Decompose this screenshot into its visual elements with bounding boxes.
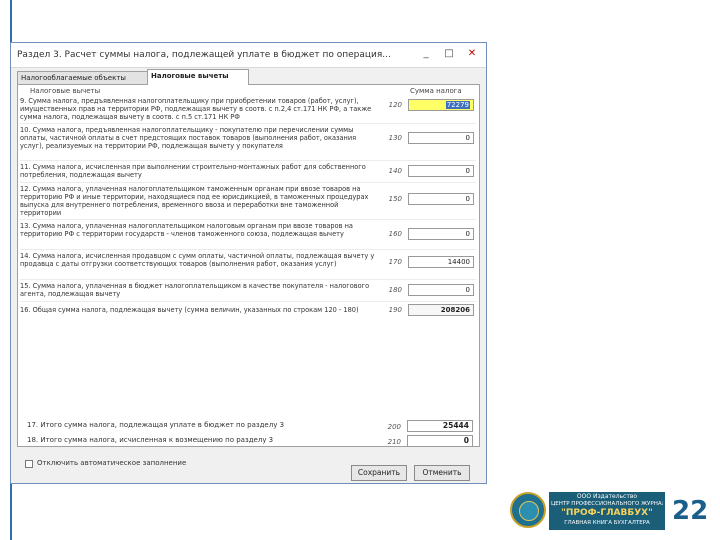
row-divider	[20, 301, 476, 302]
row-11-label: 11. Сумма налога, исчисленная при выполн…	[20, 163, 366, 179]
row-12-amount-input[interactable]: 0	[408, 193, 474, 205]
row-17-code: 200	[387, 423, 401, 431]
row-9-amount-value: 72279	[445, 101, 470, 109]
row-9-label: 9. Сумма налога, предъявленная налогопла…	[20, 97, 372, 121]
row-17-total-field: 25444	[407, 420, 473, 432]
publisher-emblem-icon	[510, 492, 546, 528]
auto-fill-checkbox-label: Отключить автоматическое заполнение	[37, 459, 187, 467]
publisher-line-4: ГЛАВНАЯ КНИГА БУХГАЛТЕРА	[564, 520, 650, 526]
row-14-code: 170	[388, 258, 402, 266]
row-15-code: 180	[388, 286, 402, 294]
row-divider	[20, 219, 476, 220]
row-12-label: 12. Сумма налога, уплаченная налогоплате…	[20, 185, 369, 217]
deductions-panel: Налоговые вычеты Сумма налога 9. Сумма н…	[17, 84, 480, 447]
row-9-code: 120	[388, 101, 402, 109]
row-9-amount-input[interactable]: 72279	[408, 99, 474, 111]
row-18-label: 18. Итого сумма налога, исчисленная к во…	[27, 436, 274, 444]
publisher-line-1: ООО Издательство	[576, 493, 638, 500]
row-14-label: 14. Сумма налога, исчисленная продавцом …	[20, 252, 375, 268]
tab-taxable-objects[interactable]: Налогооблагаемые объекты	[17, 71, 149, 85]
row-11-amount-input[interactable]: 0	[408, 165, 474, 177]
window-title: Раздел 3. Расчет суммы налога, подлежаще…	[17, 50, 391, 60]
minimize-button[interactable]: _	[416, 46, 436, 62]
row-15-label: 15. Сумма налога, уплаченная в бюджет на…	[20, 282, 370, 298]
maximize-button[interactable]: □	[439, 46, 459, 62]
row-10-label: 10. Сумма налога, предъявленная налогопл…	[20, 126, 357, 150]
row-divider	[20, 279, 476, 280]
deductions-column-header: Налоговые вычеты	[30, 87, 101, 95]
page-number: 22	[672, 496, 709, 526]
row-16-code: 190	[388, 306, 402, 314]
row-17-label: 17. Итого сумма налога, подлежащая уплат…	[27, 421, 285, 429]
row-16-label: 16. Общая сумма налога, подлежащая вычет…	[20, 306, 359, 314]
row-10-code: 130	[388, 134, 402, 142]
row-divider	[20, 160, 476, 161]
tax-section-dialog: Раздел 3. Расчет суммы налога, подлежаще…	[10, 42, 487, 484]
publisher-banner: ООО Издательство ЦЕНТР ПРОФЕССИОНАЛЬНОГО…	[549, 492, 665, 530]
auto-fill-checkbox[interactable]	[25, 460, 33, 468]
row-13-code: 160	[388, 230, 402, 238]
row-10-amount-input[interactable]: 0	[408, 132, 474, 144]
row-18-total-field: 0	[407, 435, 473, 447]
row-divider	[20, 182, 476, 183]
publisher-name: "ПРОФ-ГЛАВБУХ"	[561, 508, 653, 518]
row-14-amount-input[interactable]: 14400	[408, 256, 474, 268]
row-11-code: 140	[388, 167, 402, 175]
row-18-code: 210	[387, 438, 401, 446]
amount-column-header: Сумма налога	[410, 87, 462, 95]
row-divider	[20, 249, 476, 250]
row-12-code: 150	[388, 195, 402, 203]
row-13-label: 13. Сумма налога, уплаченная налогоплате…	[20, 222, 353, 238]
close-button[interactable]: ✕	[462, 46, 482, 62]
row-16-total-field: 208206	[408, 304, 474, 316]
tab-tax-deductions[interactable]: Налоговые вычеты	[147, 69, 249, 85]
row-15-amount-input[interactable]: 0	[408, 284, 474, 296]
row-divider	[20, 123, 476, 124]
emblem-center-icon	[519, 501, 539, 521]
save-button[interactable]: Сохранить	[351, 465, 407, 481]
cancel-button[interactable]: Отменить	[414, 465, 470, 481]
row-13-amount-input[interactable]: 0	[408, 228, 474, 240]
title-bar: Раздел 3. Расчет суммы налога, подлежаще…	[11, 43, 486, 68]
publisher-line-2: ЦЕНТР ПРОФЕССИОНАЛЬНОГО ЖУРНАЛА	[551, 501, 663, 507]
